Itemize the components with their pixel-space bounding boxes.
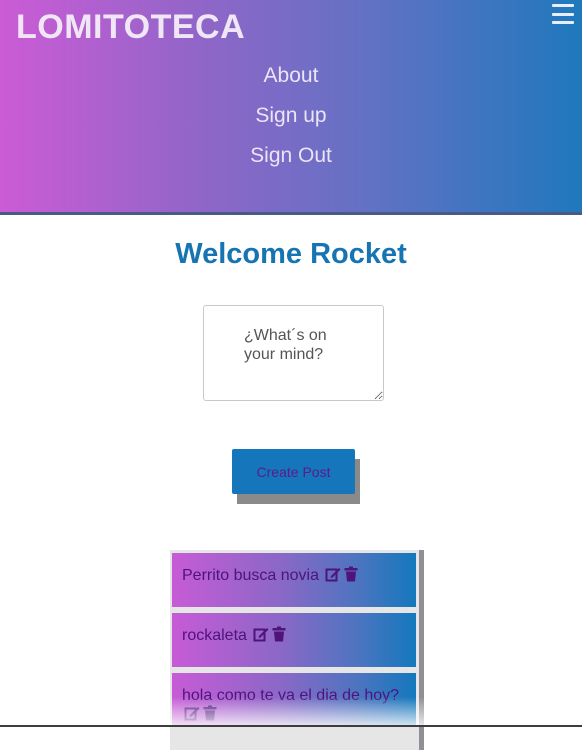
- hamburger-menu-icon[interactable]: [552, 4, 574, 24]
- post-text: hola como te va el dia de hoy?: [182, 687, 400, 704]
- create-post-button[interactable]: Create Post: [232, 449, 355, 494]
- edit-icon[interactable]: [253, 626, 269, 642]
- post-actions: [325, 566, 359, 582]
- edit-icon[interactable]: [325, 566, 341, 582]
- edit-icon[interactable]: [184, 705, 200, 721]
- trash-icon[interactable]: [343, 566, 359, 582]
- post-item: hola como te va el dia de hoy?: [172, 673, 416, 727]
- post-actions: [184, 705, 218, 721]
- trash-icon[interactable]: [202, 705, 218, 721]
- create-post-button-wrapper: Create Post: [232, 449, 360, 504]
- nav-about-link[interactable]: About: [264, 62, 319, 102]
- post-item: Perrito busca novia: [172, 553, 416, 607]
- trash-icon[interactable]: [271, 626, 287, 642]
- post-text: Perrito busca novia: [182, 567, 319, 584]
- post-item: rockaleta: [172, 613, 416, 667]
- nav-signup-link[interactable]: Sign up: [255, 102, 326, 142]
- main-nav: About Sign up Sign Out: [0, 62, 582, 182]
- header: LOMITOTECA About Sign up Sign Out: [0, 0, 582, 215]
- nav-signout-link[interactable]: Sign Out: [250, 142, 332, 182]
- post-text: rockaleta: [182, 627, 247, 644]
- post-list: Perrito busca novia rockaleta hola como …: [170, 550, 424, 750]
- post-actions: [253, 626, 287, 642]
- post-input[interactable]: [203, 305, 384, 401]
- welcome-heading: Welcome Rocket: [175, 238, 407, 270]
- logo[interactable]: LOMITOTECA: [16, 8, 245, 47]
